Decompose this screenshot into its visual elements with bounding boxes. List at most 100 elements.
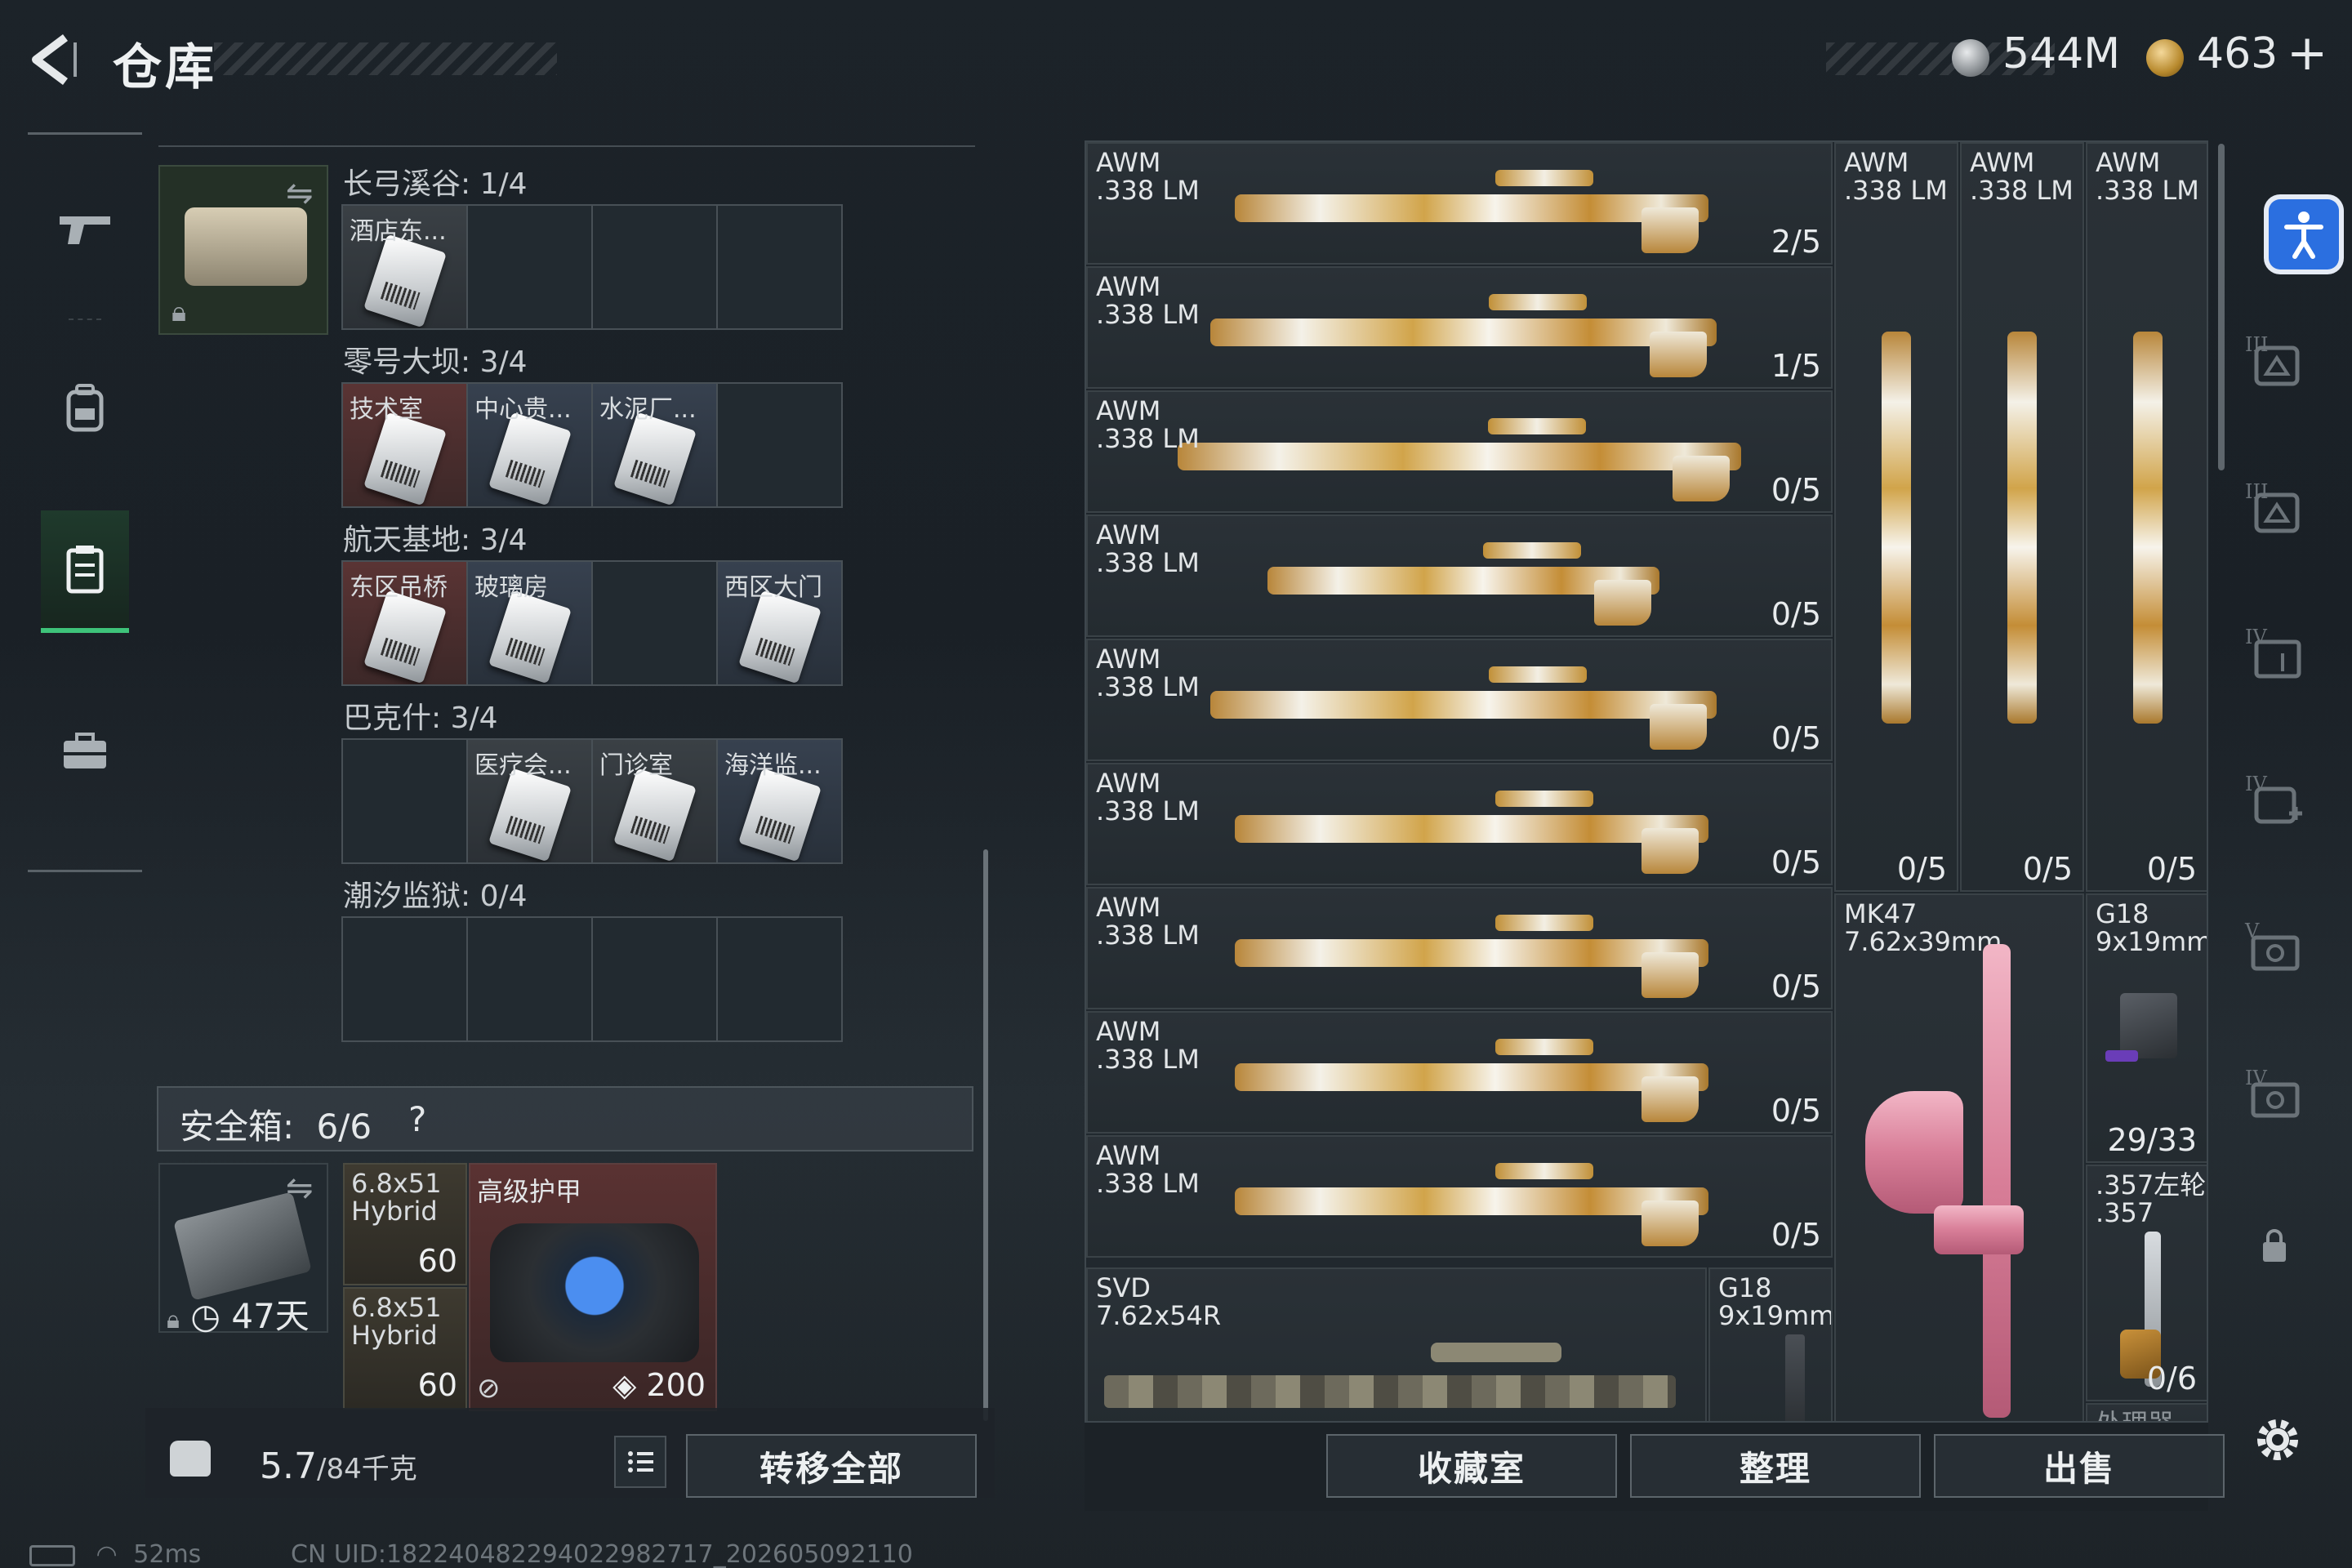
backpack-tier3-icon: III [2245, 333, 2300, 386]
keycard-grid: 医疗会... 门诊室 海洋监... [341, 738, 843, 864]
keycard-slot[interactable]: 西区大门 [718, 562, 841, 684]
tier5-key-filter[interactable]: V [2238, 906, 2311, 988]
nav-weapons[interactable] [41, 167, 129, 290]
keycard-slot[interactable]: 东区吊桥 [343, 562, 466, 684]
silver-coin-icon [1952, 39, 1989, 77]
keycard-slot[interactable]: 酒店东... [343, 206, 466, 328]
empty-keycard-slot[interactable] [343, 918, 466, 1040]
weapon-name: AWM .338 LM [1844, 147, 1948, 206]
ammo-count: 60 [417, 1243, 457, 1279]
weight-capacity: /84千克 [316, 1453, 417, 1486]
weapon-card[interactable]: AWM .338 LM 0/5 [2086, 142, 2207, 892]
collection-room-button[interactable]: 收藏室 [1326, 1434, 1617, 1498]
armor-name: 高级护甲 [477, 1176, 582, 1207]
keycard-grid: 技术室 中心贵... 水泥厂... [341, 382, 843, 508]
keycard-slot[interactable]: 门诊室 [593, 740, 716, 862]
ammo-item[interactable]: 6.8x51 Hybrid 60 [343, 1287, 467, 1410]
keycard-slot[interactable]: 水泥厂... [593, 384, 716, 506]
sell-button[interactable]: 出售 [1934, 1434, 2225, 1498]
keycard-name: 西区大门 [724, 573, 822, 602]
keycard-image [488, 768, 572, 862]
keycard-holder[interactable]: ⇋ 🔒︎ [158, 165, 328, 335]
armor-item[interactable]: 高级护甲 ⊘ ◈ 200 [469, 1163, 717, 1411]
keycard-slot[interactable]: 中心贵... [468, 384, 591, 506]
swap-icon[interactable]: ⇋ [286, 1169, 314, 1207]
ping-value: 52ms [133, 1540, 202, 1568]
weapon-scrollbar[interactable] [2218, 144, 2225, 470]
weapon-name: AWM .338 LM [1096, 892, 1200, 951]
armor-bag-image [490, 1223, 699, 1362]
accessibility-button[interactable] [2269, 199, 2339, 270]
backpack-icon [66, 384, 104, 432]
empty-keycard-slot[interactable] [593, 918, 716, 1040]
back-arrow-icon[interactable] [24, 31, 82, 88]
currency-gold-amount: 463 [2197, 29, 2278, 78]
weapon-card[interactable]: AWM .338 LM 1/5 [1086, 266, 1833, 389]
keycard-grid: 东区吊桥 玻璃房 西区大门 [341, 560, 843, 686]
keycard-image [488, 412, 572, 506]
keycard-slot[interactable]: 玻璃房 [468, 562, 591, 684]
weapon-card[interactable]: 处理器 [2086, 1403, 2207, 1421]
weapon-card[interactable]: G18 9x19mm 29/33 [2086, 893, 2207, 1163]
awm-rifle-image [1235, 915, 1708, 998]
tier4-key-filter[interactable]: IV [2238, 1054, 2311, 1135]
key-tier4-icon: IV [2245, 1067, 2300, 1118]
add-currency-button[interactable]: + [2287, 24, 2328, 82]
keycard-slot[interactable]: 医疗会... [468, 740, 591, 862]
nav-stash[interactable] [41, 510, 129, 633]
weapon-card[interactable]: AWM .338 LM 0/5 [1086, 887, 1833, 1009]
weapon-card[interactable]: AWM .338 LM 0/5 [1834, 142, 1958, 892]
weapon-card[interactable]: AWM .338 LM 0/5 [1086, 1011, 1833, 1134]
g18-pistol-image [1785, 1334, 1805, 1421]
ammo-item[interactable]: 6.8x51 Hybrid 60 [343, 1163, 467, 1285]
empty-keycard-slot[interactable] [718, 206, 841, 328]
keycard-slot[interactable]: 技术室 [343, 384, 466, 506]
weapon-card[interactable]: .357左轮 .357 0/6 [2086, 1165, 2207, 1401]
help-button[interactable]: ? [408, 1099, 426, 1139]
empty-keycard-slot[interactable] [468, 918, 591, 1040]
weapon-card[interactable]: AWM .338 LM 0/5 [1086, 639, 1833, 761]
empty-keycard-slot[interactable] [718, 384, 841, 506]
weapon-card[interactable]: G18 9x19mm [1708, 1267, 1833, 1421]
keycard-name: 酒店东... [350, 217, 447, 246]
keycard-image [363, 234, 447, 328]
empty-keycard-slot[interactable] [343, 740, 466, 862]
sort-button[interactable]: 整理 [1630, 1434, 1921, 1498]
weapon-card[interactable]: AWM .338 LM 0/5 [1960, 142, 2084, 892]
safe-box-timer: 🔒︎ ◷ 47天 [167, 1289, 310, 1339]
settings-gear-icon[interactable] [2249, 1411, 2306, 1468]
tier3-backpack-filter[interactable]: III [2238, 320, 2311, 402]
weapon-card[interactable]: SVD 7.62x54R [1086, 1267, 1707, 1421]
weapon-name: 处理器 [2096, 1410, 2174, 1421]
tier4-folder-filter[interactable]: IV [2238, 612, 2311, 694]
tier4-medkit-filter[interactable]: IV [2238, 760, 2311, 841]
armor-durability: ◈ 200 [612, 1367, 706, 1403]
tier3-armor-filter[interactable]: III [2238, 467, 2311, 549]
swap-icon[interactable]: ⇋ [286, 175, 314, 212]
weapon-card[interactable]: AWM .338 LM 0/5 [1086, 514, 1833, 637]
keycard-grid: 酒店东... [341, 204, 843, 330]
nav-briefcase[interactable] [41, 690, 129, 813]
awm-rifle-image [1178, 418, 1741, 501]
weapon-card[interactable]: AWM .338 LM 0/5 [1086, 763, 1833, 885]
awm-rifle-image [2133, 332, 2163, 724]
lock-icon [2263, 1229, 2286, 1262]
keycard-image [488, 590, 572, 684]
empty-keycard-slot[interactable] [593, 206, 716, 328]
weapon-count: 0/5 [1771, 969, 1821, 1004]
weapon-card[interactable]: AWM .338 LM 2/5 [1086, 142, 1833, 265]
nav-backpack[interactable] [41, 347, 129, 470]
empty-keycard-slot[interactable] [468, 206, 591, 328]
weapon-count: 0/5 [2022, 851, 2073, 887]
empty-keycard-slot[interactable] [718, 918, 841, 1040]
left-scrollbar[interactable] [983, 849, 988, 1421]
transfer-all-button[interactable]: 转移全部 [686, 1434, 977, 1498]
weapon-card[interactable]: AWM .338 LM 0/5 [1086, 1135, 1833, 1258]
list-view-button[interactable] [614, 1436, 666, 1488]
weapon-card[interactable]: AWM .338 LM 0/5 [1086, 390, 1833, 513]
empty-keycard-slot[interactable] [593, 562, 716, 684]
weapon-card[interactable]: MK47 7.62x39mm [1834, 893, 2084, 1421]
weapon-count: 0/5 [1771, 596, 1821, 632]
awm-rifle-image [1235, 791, 1708, 874]
keycard-slot[interactable]: 海洋监... [718, 740, 841, 862]
